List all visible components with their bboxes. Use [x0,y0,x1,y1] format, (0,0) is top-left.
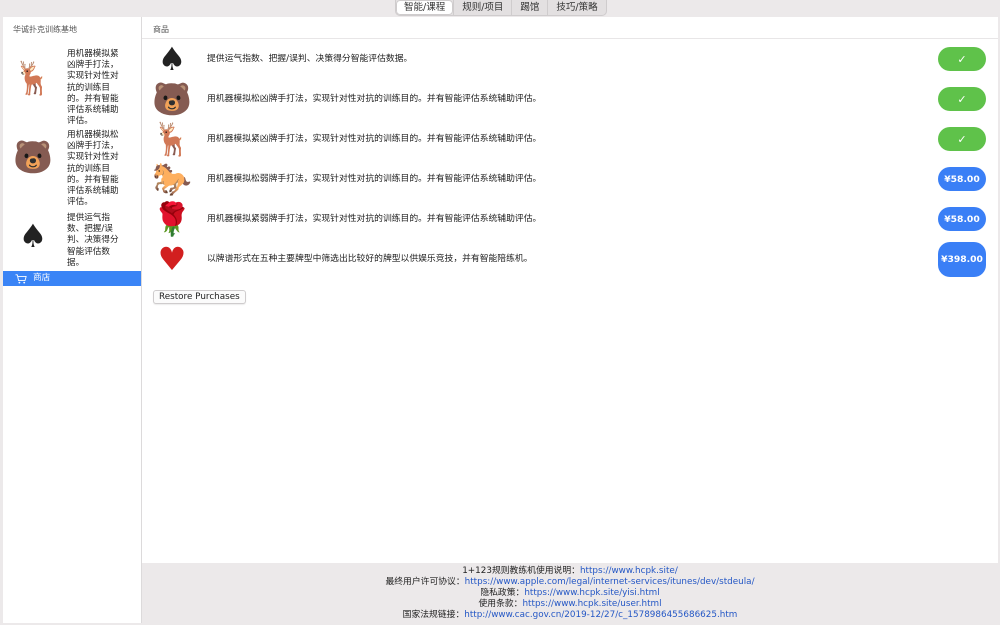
footer-line: 1+123规则教练机使用说明：https://www.hcpk.site/ [142,566,998,577]
product-row: 🐎 用机器模拟松弱牌手打法，实现针对性对抗的训练目的。并有智能评估系统辅助评估。… [142,159,998,199]
product-description: 用机器模拟松弱牌手打法，实现针对性对抗的训练目的。并有智能评估系统辅助评估。 [207,174,542,184]
footer-line: 国家法规链接：http://www.cac.gov.cn/2019-12/27/… [142,610,998,621]
sidebar-title: 华诚扑克训练基地 [13,25,77,34]
regulation-link[interactable]: http://www.cac.gov.cn/2019-12/27/c_15789… [464,610,737,620]
tab-tips-strategy[interactable]: 技巧/策略 [547,0,605,15]
product-description: 以牌谱形式在五种主要牌型中筛选出比较好的牌型以供娱乐竞技，并有智能陪练机。 [207,254,533,264]
sidebar-item-loose-aggressive[interactable]: 🐻 用机器模拟松凶牌手打法，实现针对性对抗的训练目的。并有智能评估系统辅助评估。 [3,123,141,208]
eula-link[interactable]: https://www.apple.com/legal/internet-ser… [465,577,755,587]
footer-label: 1+123规则教练机使用说明： [462,566,580,576]
product-description: 用机器模拟紧凶牌手打法，实现针对性对抗的训练目的。并有智能评估系统辅助评估。 [207,134,542,144]
buy-button[interactable]: ¥398.00 [938,242,986,277]
sidebar-item-tight-aggressive[interactable]: 🦌 用机器模拟紧凶牌手打法，实现针对性对抗的训练目的。并有智能评估系统辅助评估。 [3,38,141,126]
privacy-link[interactable]: https://www.hcpk.site/yisi.html [524,588,659,598]
purchased-button[interactable]: ✓ [938,47,986,71]
buy-button[interactable]: ¥58.00 [938,207,986,231]
spade-icon: ♠ [18,217,48,255]
manual-link[interactable]: https://www.hcpk.site/ [580,566,678,576]
footer-line: 隐私政策：https://www.hcpk.site/yisi.html [142,588,998,599]
tab-challenge[interactable]: 踢馆 [511,0,547,15]
deer-icon: 🦌 [13,59,53,97]
footer-label: 使用条款： [478,599,523,609]
store-header: 商品 [142,17,998,39]
product-description: 用机器模拟紧弱牌手打法，实现针对性对抗的训练目的。并有智能评估系统辅助评估。 [207,214,542,224]
footer-label: 隐私政策： [480,588,525,598]
purchased-button[interactable]: ✓ [938,127,986,151]
sidebar-item-label: 用机器模拟松凶牌手打法，实现针对性对抗的训练目的。并有智能评估系统辅助评估。 [67,130,119,208]
footer-line: 使用条款：https://www.hcpk.site/user.html [142,599,998,610]
footer-label: 国家法规链接： [402,610,465,620]
footer-label: 最终用户许可协议： [385,577,465,587]
product-row: 🦌 用机器模拟紧凶牌手打法，实现针对性对抗的训练目的。并有智能评估系统辅助评估。… [142,119,998,159]
product-row: ♥ 以牌谱形式在五种主要牌型中筛选出比较好的牌型以供娱乐竞技，并有智能陪练机。 … [142,239,998,279]
cart-icon [15,273,27,283]
deer-icon: 🦌 [152,120,192,158]
bear-icon: 🐻 [13,138,53,176]
sidebar-item-label: 用机器模拟紧凶牌手打法，实现针对性对抗的训练目的。并有智能评估系统辅助评估。 [67,49,119,127]
product-row: 🌹 用机器模拟紧弱牌手打法，实现针对性对抗的训练目的。并有智能评估系统辅助评估。… [142,199,998,239]
bear-icon: 🐻 [152,80,192,118]
spade-icon: ♠ [157,40,187,78]
sidebar-item-label: 商店 [33,273,51,283]
purchased-button[interactable]: ✓ [938,87,986,111]
product-description: 提供运气指数、把握/误判、决策得分智能评估数据。 [207,54,413,64]
tab-rules-projects[interactable]: 规则/项目 [453,0,511,15]
store-panel: 商品 ♠ 提供运气指数、把握/误判、决策得分智能评估数据。 ✓ 🐻 用机器模拟松… [142,17,998,563]
footer-links: 1+123规则教练机使用说明：https://www.hcpk.site/ 最终… [142,566,998,623]
tab-intelligence-courses[interactable]: 智能/课程 [396,0,454,15]
sidebar: 华诚扑克训练基地 🦌 用机器模拟紧凶牌手打法，实现针对性对抗的训练目的。并有智能… [3,17,142,623]
heart-icon: ♥ [157,240,187,278]
sidebar-item-store[interactable]: 商店 [3,271,141,286]
footer-line: 最终用户许可协议：https://www.apple.com/legal/int… [142,577,998,588]
sidebar-item-evaluation[interactable]: ♠ 提供运气指数、把握/误判、决策得分智能评估数据。 [3,208,141,271]
terms-link[interactable]: https://www.hcpk.site/user.html [522,599,661,609]
product-row: 🐻 用机器模拟松凶牌手打法，实现针对性对抗的训练目的。并有智能评估系统辅助评估。… [142,79,998,119]
horse-icon: 🐎 [152,160,192,198]
segmented-tab-bar: 智能/课程 规则/项目 踢馆 技巧/策略 [395,0,607,16]
rose-icon: 🌹 [152,200,192,238]
restore-purchases-button[interactable]: Restore Purchases [153,290,246,304]
product-description: 用机器模拟松凶牌手打法，实现针对性对抗的训练目的。并有智能评估系统辅助评估。 [207,94,542,104]
buy-button[interactable]: ¥58.00 [938,167,986,191]
product-row: ♠ 提供运气指数、把握/误判、决策得分智能评估数据。 ✓ [142,39,998,79]
sidebar-item-label: 提供运气指数、把握/误判、决策得分智能评估数据。 [67,213,119,268]
